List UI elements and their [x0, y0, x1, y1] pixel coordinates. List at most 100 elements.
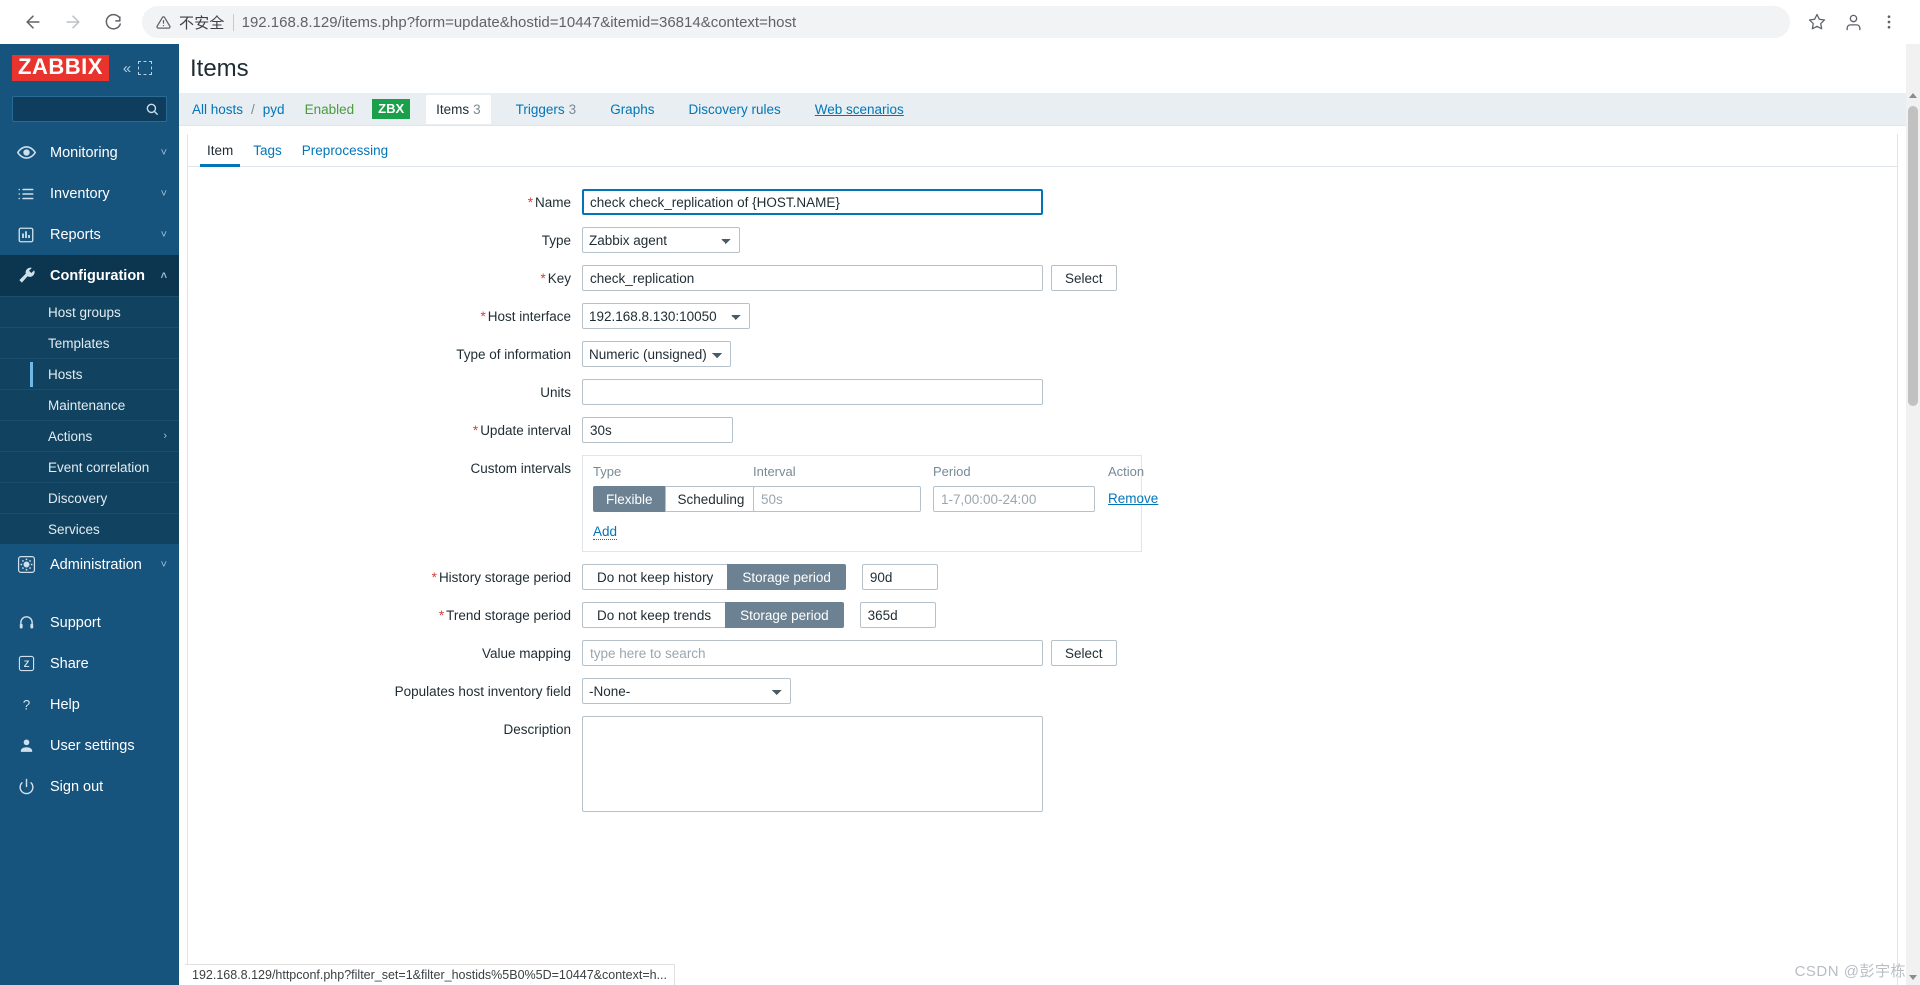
- form-tab-preprocessing[interactable]: Preprocessing: [292, 143, 398, 166]
- form-tab-tags[interactable]: Tags: [243, 143, 292, 166]
- user-icon: [16, 737, 36, 754]
- page-title: Items: [190, 54, 249, 82]
- scroll-up-arrow-icon[interactable]: [1909, 93, 1917, 98]
- history-storage-toggle: Do not keep history Storage period: [582, 564, 846, 590]
- field-row-key: *Key Select: [188, 265, 1897, 291]
- tab-items-label: Items: [436, 101, 470, 117]
- value-mapping-select-button[interactable]: Select: [1051, 640, 1117, 666]
- scroll-down-arrow-icon[interactable]: [1909, 975, 1917, 980]
- item-form-card: Item Tags Preprocessing *Name Type Zabbi…: [187, 134, 1898, 985]
- sidebar-item-services[interactable]: Services: [0, 513, 179, 544]
- type-of-information-select[interactable]: Numeric (unsigned): [582, 341, 731, 367]
- tab-items[interactable]: Items 3: [426, 94, 491, 124]
- custom-interval-interval-input[interactable]: [753, 486, 921, 512]
- collapse-sidebar-icon[interactable]: [138, 61, 153, 75]
- star-icon[interactable]: [1800, 5, 1834, 39]
- chevron-down-icon: ˅: [160, 228, 167, 241]
- sidebar-item-help[interactable]: ? Help: [0, 684, 179, 725]
- reload-icon[interactable]: [94, 3, 132, 41]
- address-bar[interactable]: 不安全 192.168.8.129/items.php?form=update&…: [142, 6, 1790, 38]
- custom-interval-type-scheduling[interactable]: Scheduling: [664, 486, 758, 512]
- sidebar-item-inventory[interactable]: Inventory ˅: [0, 173, 179, 214]
- required-marker: *: [527, 195, 533, 210]
- scroll-thumb[interactable]: [1908, 106, 1918, 406]
- field-row-history-storage-period: * History storage period Do not keep hist…: [188, 564, 1897, 590]
- key-input[interactable]: [582, 265, 1043, 291]
- sidebar-item-host-groups[interactable]: Host groups: [0, 296, 179, 327]
- zabbix-logo[interactable]: ZABBIX: [12, 55, 109, 81]
- tab-triggers[interactable]: Triggers 3: [507, 96, 586, 123]
- sidebar-item-administration[interactable]: Administration ˅: [0, 544, 179, 585]
- value-mapping-input[interactable]: [582, 640, 1043, 666]
- page-header: Items: [179, 44, 1920, 93]
- populates-host-inventory-field-select[interactable]: -None-: [582, 678, 791, 704]
- zbx-availability-badge[interactable]: ZBX: [372, 98, 411, 120]
- description-textarea[interactable]: [582, 716, 1043, 812]
- profile-avatar-icon[interactable]: [1836, 5, 1870, 39]
- tab-discovery-rules[interactable]: Discovery rules: [679, 96, 789, 123]
- sidebar-label-support: Support: [50, 614, 101, 631]
- sidebar-label-maintenance: Maintenance: [48, 397, 126, 413]
- sidebar-item-event-correlation[interactable]: Event correlation: [0, 451, 179, 482]
- custom-interval-add-link[interactable]: Add: [593, 524, 618, 540]
- custom-interval-remove-link[interactable]: Remove: [1108, 491, 1158, 506]
- history-storage-period-input[interactable]: [861, 564, 938, 590]
- label-key: * Key: [188, 265, 582, 289]
- form-tabs: Item Tags Preprocessing: [188, 134, 1897, 167]
- tab-discovery-rules-label: Discovery rules: [688, 101, 781, 117]
- sidebar-label-hosts: Hosts: [48, 366, 83, 382]
- custom-intervals-header-row: Type Interval Period Action: [593, 464, 1144, 486]
- field-row-units: Units: [188, 379, 1897, 405]
- update-interval-input[interactable]: [582, 417, 733, 443]
- sidebar-item-monitoring[interactable]: Monitoring ˅: [0, 132, 179, 173]
- name-input[interactable]: [582, 189, 1043, 215]
- trend-do-not-keep-button[interactable]: Do not keep trends: [582, 602, 727, 628]
- double-chevron-left-icon[interactable]: «: [123, 61, 131, 76]
- back-arrow-icon[interactable]: [14, 3, 52, 41]
- trend-storage-period-input[interactable]: [859, 602, 936, 628]
- sidebar-item-discovery[interactable]: Discovery: [0, 482, 179, 513]
- field-row-custom-intervals: Custom intervals Type Interval Period Ac…: [188, 455, 1897, 552]
- sidebar-item-actions[interactable]: Actions ›: [0, 420, 179, 451]
- label-populates-host-inventory-field: Populates host inventory field: [394, 684, 571, 699]
- sidebar-label-configuration: Configuration: [50, 267, 146, 284]
- units-input[interactable]: [582, 379, 1043, 405]
- sidebar-item-share[interactable]: Z Share: [0, 643, 179, 684]
- trend-storage-period-button[interactable]: Storage period: [725, 602, 844, 628]
- history-storage-period-button[interactable]: Storage period: [727, 564, 846, 590]
- custom-interval-type-toggle: Flexible Scheduling: [593, 486, 758, 512]
- sidebar-label-inventory: Inventory: [50, 185, 110, 202]
- sidebar-item-hosts[interactable]: Hosts: [0, 358, 179, 389]
- field-row-type-of-information: Type of information Numeric (unsigned): [188, 341, 1897, 367]
- tab-graphs[interactable]: Graphs: [601, 96, 663, 123]
- field-row-type: Type Zabbix agent: [188, 227, 1897, 253]
- tab-triggers-count: 3: [568, 101, 577, 117]
- required-marker: *: [540, 271, 546, 286]
- sidebar-item-maintenance[interactable]: Maintenance: [0, 389, 179, 420]
- sidebar-item-sign-out[interactable]: Sign out: [0, 766, 179, 807]
- sidebar-label-templates: Templates: [48, 335, 110, 351]
- breadcrumb-all-hosts[interactable]: All hosts: [190, 102, 245, 117]
- search-input[interactable]: [12, 96, 167, 122]
- forward-arrow-icon[interactable]: [54, 3, 92, 41]
- host-interface-select[interactable]: 192.168.8.130:10050: [582, 303, 750, 329]
- host-status-enabled[interactable]: Enabled: [305, 102, 355, 117]
- tab-web-scenarios[interactable]: Web scenarios: [806, 96, 913, 123]
- url-text: 192.168.8.129/items.php?form=update&host…: [241, 13, 797, 31]
- label-host-interface-text: Host interface: [487, 309, 571, 324]
- sidebar-item-reports[interactable]: Reports ˅: [0, 214, 179, 255]
- breadcrumb-host[interactable]: pyd: [261, 102, 287, 117]
- sidebar-item-templates[interactable]: Templates: [0, 327, 179, 358]
- sidebar-item-support[interactable]: Support: [0, 602, 179, 643]
- kebab-menu-icon[interactable]: [1872, 5, 1906, 39]
- page-scrollbar[interactable]: [1906, 44, 1920, 985]
- custom-interval-period-input[interactable]: [933, 486, 1095, 512]
- history-do-not-keep-button[interactable]: Do not keep history: [582, 564, 729, 590]
- sidebar-item-configuration[interactable]: Configuration ˄: [0, 255, 179, 296]
- type-select[interactable]: Zabbix agent: [582, 227, 740, 253]
- form-tab-item[interactable]: Item: [197, 143, 243, 167]
- sidebar-item-user-settings[interactable]: User settings: [0, 725, 179, 766]
- key-select-button[interactable]: Select: [1051, 265, 1117, 291]
- svg-text:Z: Z: [23, 659, 29, 669]
- custom-interval-type-flexible[interactable]: Flexible: [593, 486, 666, 512]
